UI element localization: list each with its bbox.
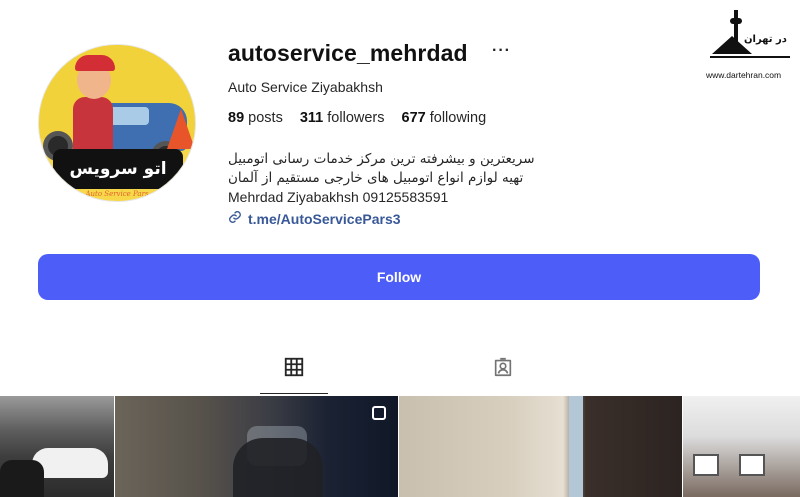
tagged-icon — [492, 356, 514, 383]
profile-stats: 89 posts 311 followers 677 following — [228, 110, 486, 126]
following-count: 677 — [401, 110, 426, 126]
bio-line-3: Mehrdad Ziyabakhsh 09125583591 — [228, 189, 449, 205]
following-label: following — [429, 110, 487, 126]
more-options-button[interactable]: ··· — [492, 42, 511, 60]
avatar-mechanic-cap — [75, 55, 115, 71]
grid-icon — [283, 356, 305, 383]
logo-text: در تهران — [744, 34, 787, 45]
post-wall-box — [739, 454, 765, 476]
followers-label: followers — [327, 110, 385, 126]
bio-line-1: سریعترین و بیشرفته ترین مرکز خدمات رسانی… — [228, 151, 535, 167]
profile-full-name: Auto Service Ziyabakhsh — [228, 79, 383, 95]
post-thumbnail[interactable] — [399, 396, 682, 497]
stat-posts: 89 posts — [228, 110, 283, 126]
stat-following[interactable]: 677 following — [402, 110, 487, 126]
dartehran-logo: در تهران www.dartehran.com — [704, 8, 794, 84]
follow-button[interactable]: Follow — [38, 254, 760, 300]
multiple-posts-icon — [372, 406, 386, 420]
avatar-warning-triangle — [167, 109, 195, 149]
posts-count: 89 — [228, 110, 245, 126]
logo-url: www.dartehran.com — [706, 70, 782, 80]
avatar-ring-text: Auto Service Pars — [85, 190, 149, 198]
avatar-car-window — [109, 107, 149, 125]
tab-tagged[interactable] — [469, 356, 537, 394]
post-wall-box — [693, 454, 719, 476]
avatar-mechanic-body — [73, 97, 113, 157]
link-icon — [228, 210, 242, 227]
post-car-dark — [0, 460, 44, 497]
tab-posts[interactable] — [260, 356, 328, 394]
post-motorcycle — [233, 438, 323, 497]
followers-count: 311 — [299, 110, 324, 126]
posts-label: posts — [248, 110, 283, 126]
profile-link-text: t.me/AutoServicePars3 — [248, 210, 401, 227]
stat-followers[interactable]: 311 followers — [300, 110, 385, 126]
profile-bio: سریعترین و بیشرفته ترین مرکز خدمات رسانی… — [228, 150, 550, 207]
post-thumbnail[interactable] — [0, 396, 114, 497]
profile-avatar[interactable]: اتو سرویس پارس Auto Service Pars — [38, 44, 196, 202]
bio-line-2: تهیه لوازم انواع اتومبیل های خارجی مستقی… — [228, 170, 524, 186]
post-thumbnail[interactable] — [115, 396, 398, 497]
profile-link[interactable]: t.me/AutoServicePars3 — [228, 210, 401, 227]
logo-divider — [710, 56, 790, 58]
post-thumbnail[interactable] — [683, 396, 800, 497]
profile-username: autoservice_mehrdad — [228, 40, 468, 66]
post-window-strip — [569, 396, 583, 497]
